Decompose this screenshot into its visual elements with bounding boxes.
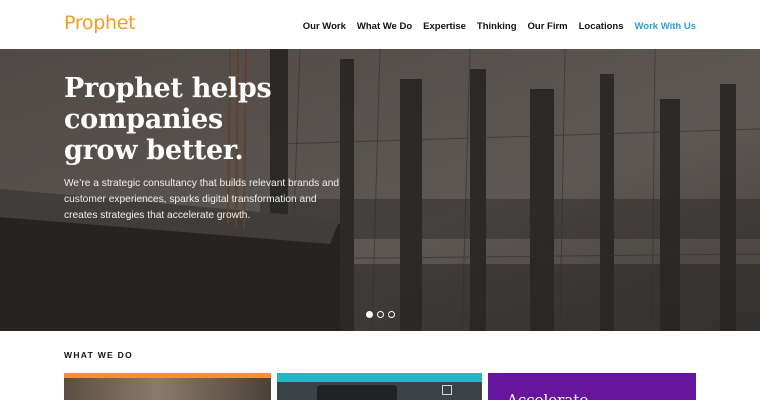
carousel-dot-3[interactable] — [388, 311, 395, 318]
nav-work-with-us[interactable]: Work With Us — [635, 21, 697, 32]
nav-what-we-do[interactable]: What We Do — [357, 21, 412, 32]
main-nav: Our Work What We Do Expertise Thinking O… — [303, 21, 696, 32]
service-card-3[interactable]: Accelerate — [488, 373, 696, 400]
hero-description: We’re a strategic consultancy that build… — [64, 178, 340, 221]
nav-locations[interactable]: Locations — [579, 21, 624, 32]
laptop-image — [317, 385, 397, 400]
service-card-1[interactable] — [64, 373, 271, 400]
hero-title-line: Prophet helps — [64, 73, 272, 104]
site-header: Prophet Our Work What We Do Expertise Th… — [0, 0, 760, 49]
nav-our-work[interactable]: Our Work — [303, 21, 346, 32]
carousel-dot-2[interactable] — [377, 311, 384, 318]
carousel-dot-1[interactable] — [366, 311, 373, 318]
hero-banner: Prophet helps companies grow better. We’… — [0, 49, 760, 331]
carousel-dots — [366, 311, 395, 318]
what-we-do-heading: WHAT WE DO — [64, 350, 134, 360]
nav-our-firm[interactable]: Our Firm — [528, 21, 568, 32]
nav-expertise[interactable]: Expertise — [423, 21, 466, 32]
card-image — [64, 378, 271, 400]
hero-title-line: companies — [64, 104, 223, 135]
card-title: Accelerate — [507, 391, 589, 400]
service-card-2[interactable] — [277, 373, 482, 400]
prophet-logo[interactable]: Prophet — [64, 12, 136, 34]
nav-thinking[interactable]: Thinking — [477, 21, 517, 32]
tag-icon — [442, 385, 452, 395]
hero-title-line: grow better. — [64, 135, 244, 166]
hero-title: Prophet helps companies grow better. — [64, 73, 324, 166]
